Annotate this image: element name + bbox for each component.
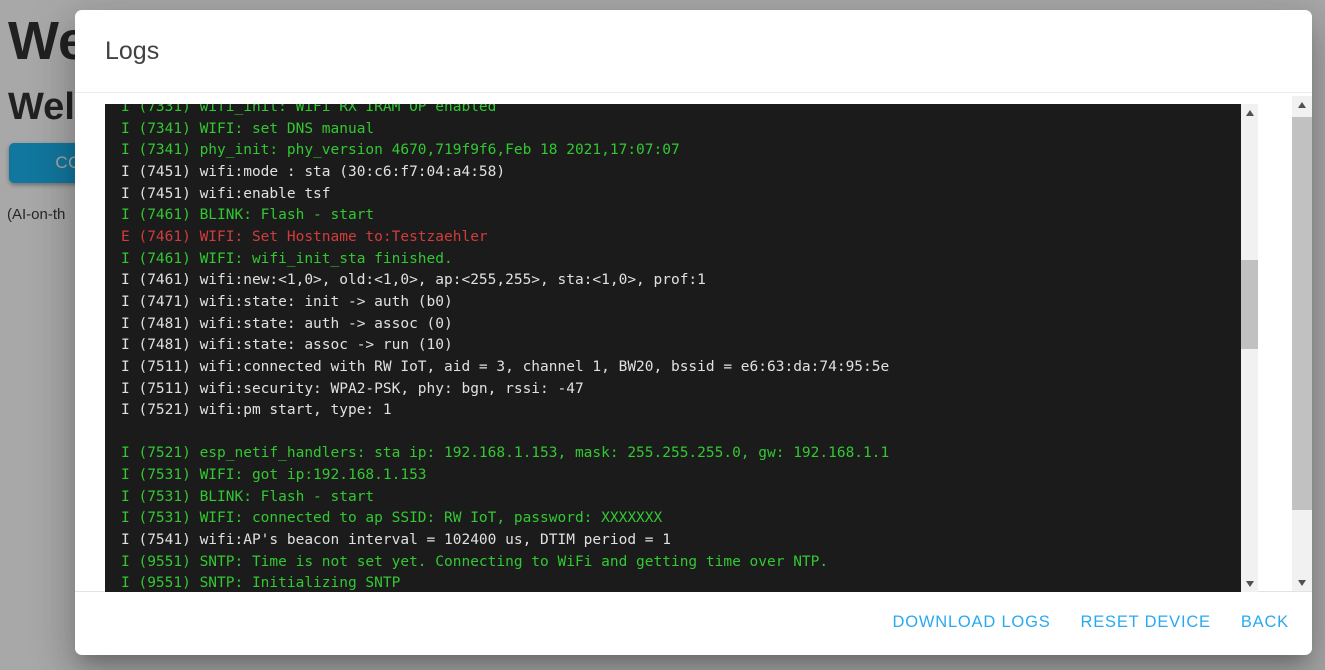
log-line: I (7541) wifi:AP's beacon interval = 102… [121, 530, 1241, 552]
footer-action-button[interactable]: DOWNLOAD LOGS [893, 613, 1051, 632]
log-scrollbar[interactable] [1241, 104, 1258, 592]
footer-action-button[interactable]: BACK [1241, 613, 1289, 632]
log-line: I (7331) wifi_init: WiFi RX IRAM OP enab… [121, 104, 1241, 119]
log-line: I (7341) WIFI: set DNS manual [121, 119, 1241, 141]
log-line: I (7531) BLINK: Flash - start [121, 487, 1241, 509]
scroll-down-icon[interactable] [1292, 574, 1312, 591]
log-line: I (7481) wifi:state: auth -> assoc (0) [121, 314, 1241, 336]
log-line: I (7511) wifi:security: WPA2-PSK, phy: b… [121, 379, 1241, 401]
log-line: I (7461) WIFI: wifi_init_sta finished. [121, 249, 1241, 271]
dialog-scrollbar[interactable] [1292, 96, 1312, 591]
log-line: I (7461) BLINK: Flash - start [121, 205, 1241, 227]
log-output: I (7331) wifi_init: WiFi RX IRAM OP enab… [105, 104, 1241, 592]
dialog-footer: DOWNLOAD LOGS RESET DEVICE BACK [75, 592, 1312, 653]
log-line: I (7341) phy_init: phy_version 4670,719f… [121, 140, 1241, 162]
dialog-scrollbar-thumb[interactable] [1292, 117, 1312, 510]
log-line: I (9551) SNTP: Initializing SNTP [121, 573, 1241, 592]
log-line: I (7471) wifi:state: init -> auth (b0) [121, 292, 1241, 314]
log-line: I (7531) WIFI: connected to ap SSID: RW … [121, 508, 1241, 530]
log-line: I (7451) wifi:enable tsf [121, 184, 1241, 206]
dialog-body: I (7331) wifi_init: WiFi RX IRAM OP enab… [75, 93, 1312, 592]
log-line: I (7451) wifi:mode : sta (30:c6:f7:04:a4… [121, 162, 1241, 184]
dialog-title: Logs [105, 37, 159, 66]
log-line: I (7521) wifi:pm start, type: 1 [121, 400, 1241, 422]
log-scrollbar-thumb[interactable] [1241, 260, 1258, 349]
log-line [121, 422, 1241, 444]
log-lines: I (7331) wifi_init: WiFi RX IRAM OP enab… [121, 104, 1241, 592]
footer-action-button[interactable]: RESET DEVICE [1081, 613, 1211, 632]
scroll-down-icon[interactable] [1241, 575, 1258, 592]
log-line: I (7481) wifi:state: assoc -> run (10) [121, 335, 1241, 357]
log-line: E (7461) WIFI: Set Hostname to:Testzaehl… [121, 227, 1241, 249]
log-line: I (7521) esp_netif_handlers: sta ip: 192… [121, 443, 1241, 465]
log-line: I (7461) wifi:new:<1,0>, old:<1,0>, ap:<… [121, 270, 1241, 292]
log-line: I (7511) wifi:connected with RW IoT, aid… [121, 357, 1241, 379]
logs-dialog: Logs I (7331) wifi_init: WiFi RX IRAM OP… [75, 10, 1312, 655]
log-line: I (9551) SNTP: Time is not set yet. Conn… [121, 552, 1241, 574]
log-line: I (7531) WIFI: got ip:192.168.1.153 [121, 465, 1241, 487]
log-terminal: I (7331) wifi_init: WiFi RX IRAM OP enab… [105, 104, 1258, 592]
dialog-header: Logs [75, 10, 1312, 93]
scroll-up-icon[interactable] [1241, 104, 1258, 121]
scroll-up-icon[interactable] [1292, 96, 1312, 113]
